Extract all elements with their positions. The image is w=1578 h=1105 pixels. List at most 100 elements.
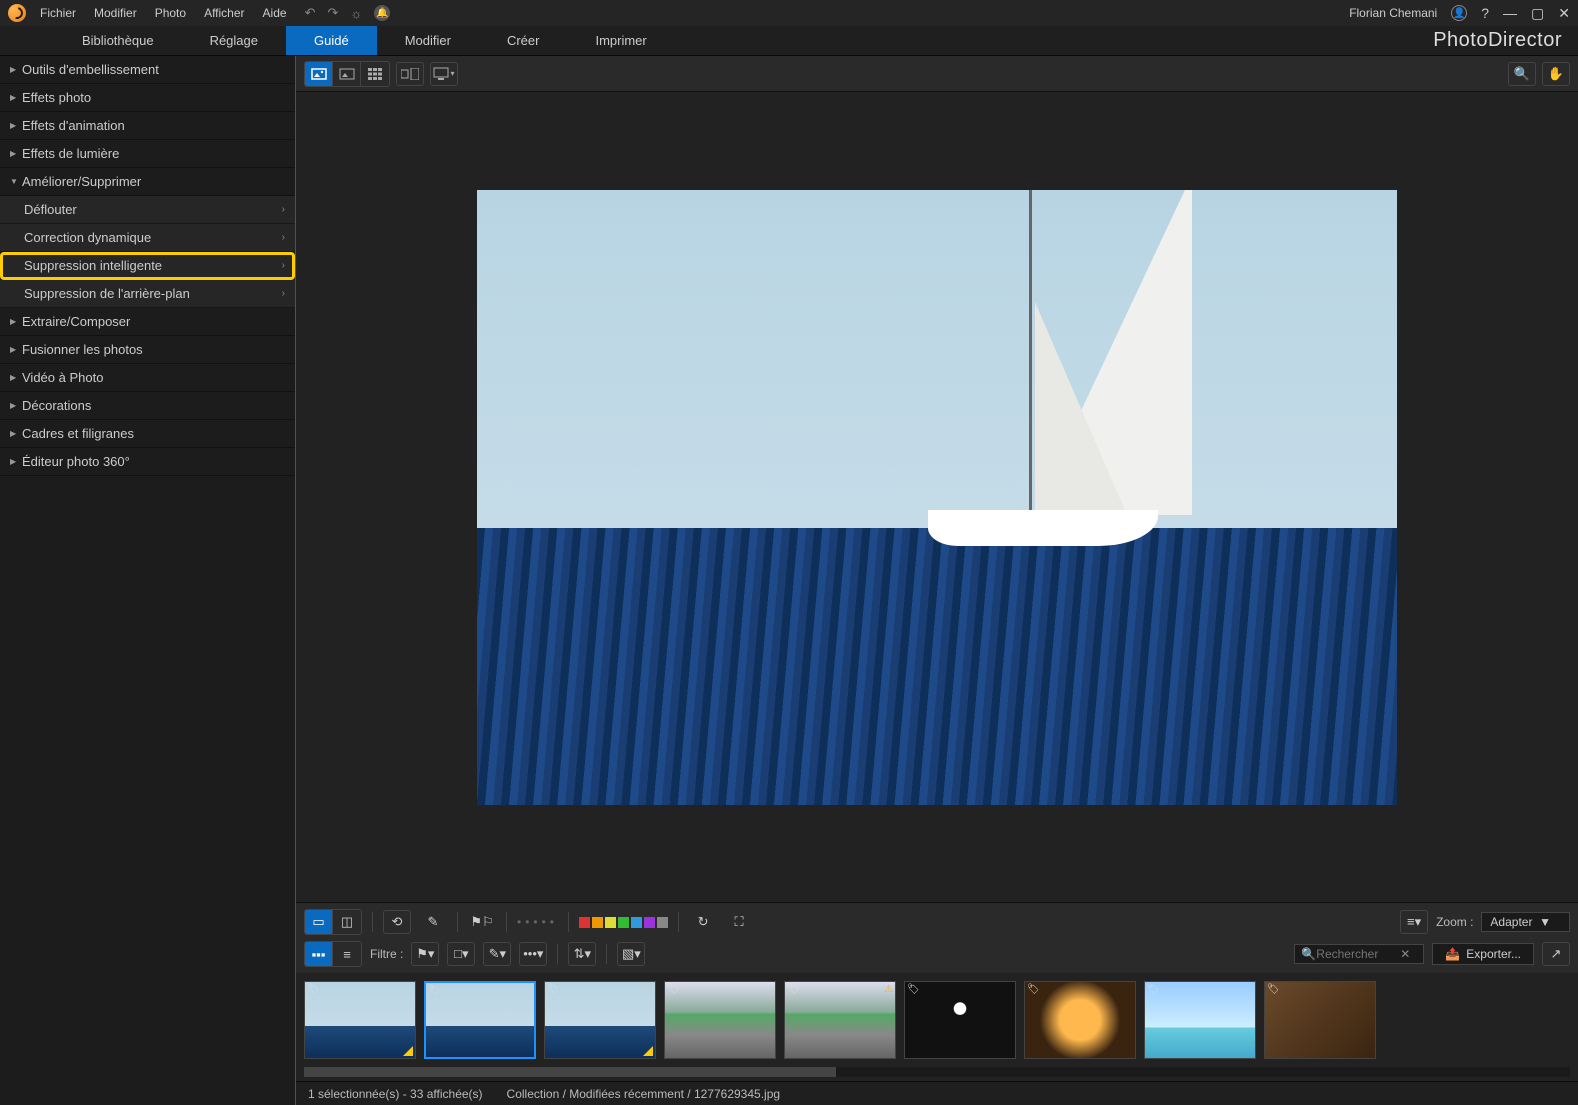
flag-icon[interactable]: ⚑⚐: [468, 910, 496, 934]
export-label: Exporter...: [1466, 947, 1521, 961]
compare-mode-split-icon[interactable]: ◫: [333, 910, 361, 934]
edited-badge-icon: [403, 1046, 413, 1056]
help-icon[interactable]: ?: [1481, 5, 1489, 21]
filter-edit-icon[interactable]: ✎▾: [483, 942, 511, 966]
zoom-select[interactable]: Adapter ▼: [1481, 912, 1570, 932]
sidebar-item-label: Effets d'animation: [22, 118, 125, 133]
settings-icon[interactable]: ☼: [350, 6, 362, 21]
filter-label-icon[interactable]: □▾: [447, 942, 475, 966]
menu-edit[interactable]: Modifier: [94, 6, 137, 20]
sidebar-item-label: Extraire/Composer: [22, 314, 130, 329]
thumbnail[interactable]: 🏷: [1144, 981, 1256, 1059]
undo-icon[interactable]: ↶: [305, 5, 316, 21]
sidebar-sub-dynamic-correction[interactable]: Correction dynamique›: [0, 224, 295, 252]
sidebar-item-decorations[interactable]: Décorations: [0, 392, 295, 420]
titlebar: Fichier Modifier Photo Afficher Aide ↶ ↷…: [0, 0, 1578, 26]
notifications-icon[interactable]: 🔔: [374, 5, 390, 21]
tab-print[interactable]: Imprimer: [567, 26, 674, 55]
tab-create[interactable]: Créer: [479, 26, 568, 55]
sidebar-item-animation-effects[interactable]: Effets d'animation: [0, 112, 295, 140]
crop-ratio-icon[interactable]: ⛶: [725, 910, 753, 934]
sort-menu-icon[interactable]: ≡▾: [1400, 910, 1428, 934]
user-name[interactable]: Florian Chemani: [1349, 6, 1437, 20]
crop-icon[interactable]: ✎: [419, 910, 447, 934]
redo-icon[interactable]: ↷: [327, 5, 338, 21]
menubar: Fichier Modifier Photo Afficher Aide: [40, 6, 287, 20]
thumbnail[interactable]: 🏷: [1024, 981, 1136, 1059]
zoom-label: Zoom :: [1436, 915, 1473, 929]
filter-sort-icon[interactable]: ⇅▾: [568, 942, 596, 966]
clear-search-icon[interactable]: ✕: [1400, 947, 1410, 961]
filter-stack-icon[interactable]: ▧▾: [617, 942, 645, 966]
rating-stars[interactable]: •••••: [517, 915, 558, 929]
view-mirror-icon[interactable]: [396, 62, 424, 86]
sidebar-item-beautify[interactable]: Outils d'embellissement: [0, 56, 295, 84]
minimize-icon[interactable]: ―: [1503, 5, 1517, 21]
app-brand: PhotoDirector: [1433, 26, 1578, 55]
zoom-tool-icon[interactable]: 🔍: [1508, 62, 1536, 86]
thumbnail[interactable]: 🏷: [664, 981, 776, 1059]
sidebar-item-light-effects[interactable]: Effets de lumière: [0, 140, 295, 168]
sidebar-item-enhance-remove[interactable]: Améliorer/Supprimer: [0, 168, 295, 196]
tag-icon: 🏷: [428, 985, 441, 996]
sidebar-item-extract-compose[interactable]: Extraire/Composer: [0, 308, 295, 336]
refresh-icon[interactable]: ↻: [689, 910, 717, 934]
search-box[interactable]: 🔍 ✕: [1294, 944, 1424, 964]
tab-adjust[interactable]: Réglage: [182, 26, 286, 55]
sidebar-item-frames-watermarks[interactable]: Cadres et filigranes: [0, 420, 295, 448]
thumb-list-icon[interactable]: ≡: [333, 942, 361, 966]
thumbnail[interactable]: 🏷: [424, 981, 536, 1059]
sidebar-item-360-editor[interactable]: Éditeur photo 360°: [0, 448, 295, 476]
filter-flag-icon[interactable]: ⚑▾: [411, 942, 439, 966]
sidebar-item-label: Décorations: [22, 398, 91, 413]
sidebar-item-video-to-photo[interactable]: Vidéo à Photo: [0, 364, 295, 392]
sidebar-item-label: Effets photo: [22, 90, 91, 105]
mode-tabs: Bibliothèque Réglage Guidé Modifier Crée…: [0, 26, 1578, 56]
thumbnail[interactable]: 🏷⚠: [784, 981, 896, 1059]
export-button[interactable]: 📤 Exporter...: [1432, 943, 1534, 965]
canvas-image: [477, 190, 1397, 805]
compare-mode-single-icon[interactable]: ▭: [305, 910, 333, 934]
thumbnail[interactable]: 🏷: [904, 981, 1016, 1059]
canvas[interactable]: [296, 92, 1578, 902]
menu-view[interactable]: Afficher: [204, 6, 244, 20]
menu-photo[interactable]: Photo: [155, 6, 186, 20]
view-compare-icon[interactable]: [333, 62, 361, 86]
menu-file[interactable]: Fichier: [40, 6, 76, 20]
view-grid-icon[interactable]: [361, 62, 389, 86]
tag-icon: 🏷: [1147, 984, 1160, 995]
sidebar-sub-label: Correction dynamique: [24, 230, 151, 245]
menu-help[interactable]: Aide: [263, 6, 287, 20]
search-input[interactable]: [1316, 947, 1400, 961]
thumbnail[interactable]: 🏷❐: [544, 981, 656, 1059]
pan-tool-icon[interactable]: ✋: [1542, 62, 1570, 86]
status-selection: 1 sélectionnée(s) - 33 affichée(s): [308, 1087, 483, 1101]
sidebar-sub-smart-removal[interactable]: Suppression intelligente›: [0, 252, 295, 280]
tag-icon: 🏷: [1027, 984, 1040, 995]
share-icon[interactable]: ↗: [1542, 942, 1570, 966]
sidebar-item-photo-effects[interactable]: Effets photo: [0, 84, 295, 112]
maximize-icon[interactable]: ▢: [1531, 5, 1544, 22]
user-avatar-icon[interactable]: 👤: [1451, 5, 1467, 21]
close-icon[interactable]: ✕: [1558, 5, 1570, 22]
sidebar-sub-deblur[interactable]: Déflouter›: [0, 196, 295, 224]
tab-guided[interactable]: Guidé: [286, 26, 377, 55]
rotate-icon[interactable]: ⟲: [383, 910, 411, 934]
filmstrip-scrollbar[interactable]: [304, 1067, 1570, 1077]
tab-edit[interactable]: Modifier: [377, 26, 479, 55]
search-icon: 🔍: [1301, 947, 1316, 961]
view-single-icon[interactable]: [305, 62, 333, 86]
sidebar-item-label: Outils d'embellissement: [22, 62, 159, 77]
sidebar-item-label: Améliorer/Supprimer: [22, 174, 141, 189]
sidebar-item-label: Fusionner les photos: [22, 342, 143, 357]
filter-rating-icon[interactable]: •••▾: [519, 942, 547, 966]
sidebar-item-merge-photos[interactable]: Fusionner les photos: [0, 336, 295, 364]
color-labels[interactable]: [579, 917, 668, 928]
thumb-size-small-icon[interactable]: ▪▪▪: [305, 942, 333, 966]
sidebar-sub-background-removal[interactable]: Suppression de l'arrière-plan›: [0, 280, 295, 308]
thumbnail[interactable]: 🏷: [304, 981, 416, 1059]
view-secondary-monitor-icon[interactable]: ▾: [430, 62, 458, 86]
thumbnail[interactable]: 🏷: [1264, 981, 1376, 1059]
tab-library[interactable]: Bibliothèque: [54, 26, 182, 55]
app-logo-icon: [8, 4, 26, 22]
